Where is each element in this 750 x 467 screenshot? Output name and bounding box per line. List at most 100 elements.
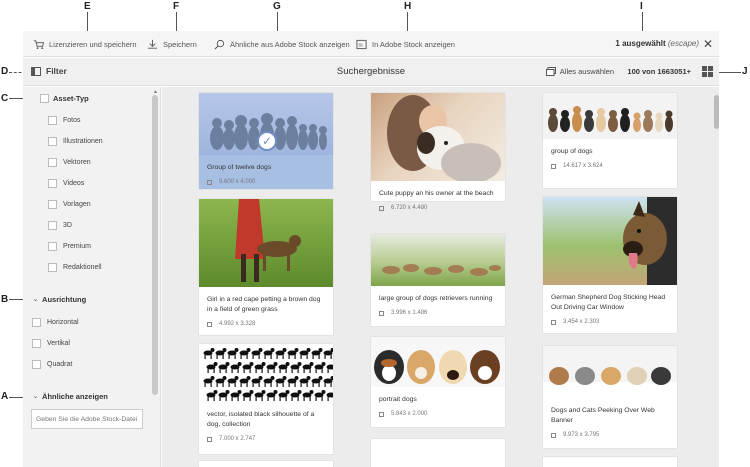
- result-caption: Dogs and Cats Peeking Over Web Banner: [551, 407, 655, 425]
- result-card[interactable]: ✓ Group of twelve dogs 9.600 x 4.000: [199, 93, 333, 189]
- result-dimensions: 5.843 x 2.000: [371, 405, 505, 417]
- image-size-icon: [207, 321, 212, 327]
- filter-option-quadrat[interactable]: Quadrat: [32, 360, 72, 369]
- result-card[interactable]: German Shepherd Dog Sticking Head Out Dr…: [543, 197, 677, 333]
- image-size-icon: [551, 432, 556, 438]
- callout-d: D: [1, 66, 9, 77]
- result-dimensions: 7.000 x 2.747: [199, 430, 333, 442]
- image-size-icon: [551, 163, 556, 169]
- results-grid: ✓ Group of twelve dogs 9.600 x 4.000 Cut…: [162, 87, 719, 467]
- similar-label: Ähnliche anzeigen: [42, 392, 108, 401]
- dogs-row-image: [548, 106, 673, 132]
- image-size-icon: [551, 319, 556, 325]
- filter-option-redaktionell[interactable]: Redaktionell: [48, 263, 102, 272]
- result-dimensions: 14.617 x 3.624: [543, 157, 677, 169]
- image-size-icon: [207, 436, 212, 442]
- sidebar-scrollbar[interactable]: [152, 95, 158, 395]
- callout-e: E: [84, 1, 91, 12]
- result-caption: group of dogs: [551, 148, 593, 155]
- portrait-dogs-image: [374, 350, 500, 384]
- result-dimensions: 6.720 x 4.480: [371, 199, 505, 211]
- result-caption: vector, isolated black silhouette of a d…: [207, 411, 315, 429]
- select-all-icon: [545, 67, 556, 76]
- cart-icon: [33, 40, 44, 50]
- dog-silhouettes-image: [203, 348, 333, 401]
- dogs-cats-banner-image: [543, 367, 677, 398]
- result-card[interactable]: Girl in a red cape petting a brown dog i…: [199, 199, 333, 335]
- filter-option-3d[interactable]: 3D: [48, 221, 72, 230]
- result-card[interactable]: [543, 457, 677, 467]
- result-card[interactable]: Cute puppy an his owner at the beach 6.7…: [371, 93, 505, 211]
- filter-option-premium[interactable]: Premium: [48, 242, 91, 251]
- image-size-icon: [207, 179, 212, 185]
- similar-section[interactable]: ⌄ Ähnliche anzeigen: [33, 392, 108, 401]
- license-save-label: Lizenzieren und speichern: [49, 40, 137, 49]
- orientation-section[interactable]: ⌄ Ausrichtung: [33, 295, 86, 304]
- callout-c: C: [1, 93, 9, 104]
- filter-option-horizontal[interactable]: Horizontal: [32, 318, 79, 327]
- result-thumbnail: [199, 344, 333, 402]
- select-all-button[interactable]: Alles auswählen: [545, 67, 614, 76]
- result-caption: Girl in a red cape petting a brown dog i…: [207, 296, 321, 314]
- selected-check-icon[interactable]: ✓: [257, 131, 277, 151]
- filter-option-videos[interactable]: Videos: [48, 179, 84, 188]
- result-caption: Cute puppy an his owner at the beach: [379, 190, 494, 197]
- chevron-down-icon: ⌄: [33, 297, 39, 303]
- close-icon[interactable]: ✕: [703, 37, 713, 51]
- result-dimensions: 9.600 x 4.000: [199, 173, 333, 185]
- asset-type-checkbox[interactable]: [40, 94, 49, 103]
- result-card[interactable]: group of dogs 14.617 x 3.624: [543, 93, 677, 188]
- filter-option-vektoren[interactable]: Vektoren: [48, 158, 91, 167]
- find-similar-button[interactable]: Ähnliche aus Adobe Stock anzeigen: [214, 39, 350, 50]
- chevron-down-icon: ⌄: [33, 394, 39, 400]
- result-card[interactable]: large group of dogs retrievers running 3…: [371, 234, 505, 326]
- result-card[interactable]: Dogs and Cats Peeking Over Web Banner 9.…: [543, 346, 677, 448]
- girl-dog-field-image: [235, 199, 301, 282]
- svg-text:St: St: [358, 43, 363, 48]
- result-thumbnail: [543, 93, 677, 139]
- filter-option-vorlagen[interactable]: Vorlagen: [48, 200, 91, 209]
- callout-f: F: [173, 1, 180, 12]
- result-dimensions: 3.454 x 2.303: [543, 313, 677, 325]
- filter-option-illustrationen[interactable]: Illustrationen: [48, 137, 103, 146]
- image-size-icon: [379, 205, 384, 211]
- save-button[interactable]: Speichern: [147, 39, 197, 50]
- image-size-icon: [379, 411, 384, 417]
- callout-i: I: [640, 1, 643, 12]
- result-card[interactable]: portrait dogs 5.843 x 2.000: [371, 337, 505, 427]
- result-thumbnail: ✓: [199, 93, 333, 155]
- filter-option-fotos[interactable]: Fotos: [48, 116, 81, 125]
- shepherd-car-window-image: [623, 197, 677, 285]
- grid-view-icon[interactable]: [702, 66, 713, 77]
- asset-type-label: Asset-Typ: [53, 94, 89, 103]
- result-thumbnail: [543, 346, 677, 398]
- callout-g: G: [273, 1, 281, 12]
- callout-j: J: [742, 66, 748, 77]
- action-bar: Lizenzieren und speichern Speichern Ähnl…: [23, 31, 719, 57]
- similar-file-input[interactable]: [31, 409, 143, 429]
- result-thumbnail: [371, 93, 505, 181]
- callout-h: H: [404, 1, 412, 12]
- result-dimensions: 4.992 x 3.328: [199, 315, 333, 327]
- license-save-button[interactable]: Lizenzieren und speichern: [33, 39, 137, 50]
- result-thumbnail: [371, 337, 505, 387]
- filter-sidebar: ▲ Asset-Typ Fotos Illustrationen Vektore…: [23, 87, 161, 467]
- result-thumbnail: [371, 234, 505, 286]
- result-caption: large group of dogs retrievers running: [379, 295, 493, 302]
- result-card[interactable]: [199, 461, 333, 467]
- asset-type-section[interactable]: Asset-Typ: [40, 94, 89, 103]
- orientation-label: Ausrichtung: [42, 295, 87, 304]
- filter-option-vertikal[interactable]: Vertikal: [32, 339, 70, 348]
- header-bar: Filter Suchergebnisse Alles auswählen 10…: [23, 58, 719, 86]
- find-similar-label: Ähnliche aus Adobe Stock anzeigen: [230, 40, 350, 49]
- results-scrollbar[interactable]: [713, 87, 719, 467]
- callout-b: B: [1, 294, 9, 305]
- result-card[interactable]: vector, isolated black silhouette of a d…: [199, 344, 333, 454]
- search-icon: [214, 39, 225, 50]
- download-icon: [147, 39, 158, 49]
- result-card[interactable]: [371, 439, 505, 467]
- save-label: Speichern: [163, 40, 197, 49]
- image-size-icon: [379, 310, 384, 316]
- result-count: 100 von 1663051+: [627, 67, 691, 76]
- view-stock-button[interactable]: St In Adobe Stock anzeigen: [356, 39, 455, 50]
